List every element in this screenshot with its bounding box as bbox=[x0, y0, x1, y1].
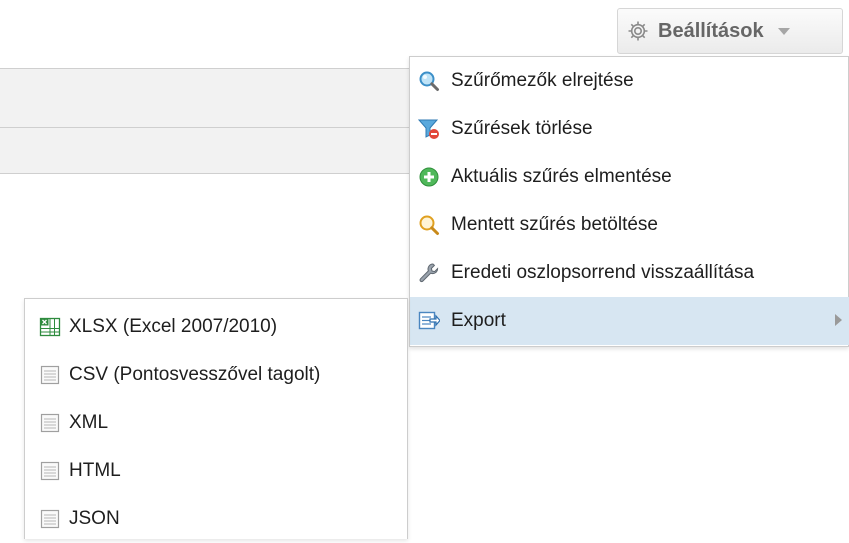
export-item-label: XML bbox=[69, 412, 109, 433]
excel-file-icon bbox=[39, 316, 61, 338]
filter-remove-icon bbox=[417, 118, 440, 140]
menu-item-label: Szűrések törlése bbox=[451, 118, 593, 139]
menu-item-label: Szűrőmezők elrejtése bbox=[451, 70, 634, 91]
export-item-xlsx[interactable]: XLSX (Excel 2007/2010) bbox=[25, 303, 407, 351]
menu-item-save-filter[interactable]: Aktuális szűrés elmentése bbox=[410, 153, 849, 201]
menu-item-label: Aktuális szűrés elmentése bbox=[451, 166, 672, 187]
menu-item-hide-filters[interactable]: Szűrőmezők elrejtése bbox=[410, 57, 849, 105]
add-circle-icon bbox=[418, 166, 440, 188]
settings-button[interactable]: Beállítások bbox=[617, 8, 843, 54]
menu-item-export[interactable]: Export bbox=[410, 297, 849, 345]
export-submenu: XLSX (Excel 2007/2010) CSV (Pontosvessző… bbox=[24, 298, 408, 539]
menu-item-label: Export bbox=[451, 310, 506, 331]
gear-icon bbox=[626, 19, 650, 43]
export-item-xml[interactable]: XML bbox=[25, 399, 407, 447]
export-item-html[interactable]: HTML bbox=[25, 447, 407, 495]
document-icon bbox=[39, 364, 61, 386]
menu-item-label: Eredeti oszlopsorrend visszaállítása bbox=[451, 262, 755, 283]
document-icon bbox=[39, 460, 61, 482]
wrench-icon bbox=[418, 262, 440, 284]
menu-item-reset-columns[interactable]: Eredeti oszlopsorrend visszaállítása bbox=[410, 249, 849, 297]
menu-item-load-filter[interactable]: Mentett szűrés betöltése bbox=[410, 201, 849, 249]
export-item-label: HTML bbox=[69, 460, 121, 481]
document-icon bbox=[39, 508, 61, 530]
export-icon bbox=[418, 310, 441, 332]
chevron-down-icon bbox=[777, 27, 790, 35]
export-item-json[interactable]: JSON bbox=[25, 495, 407, 543]
search-icon bbox=[418, 214, 440, 236]
menu-item-label: Mentett szűrés betöltése bbox=[451, 214, 658, 235]
document-icon bbox=[39, 412, 61, 434]
magnifier-icon bbox=[418, 70, 440, 92]
menu-item-clear-filters[interactable]: Szűrések törlése bbox=[410, 105, 849, 153]
settings-button-label: Beállítások bbox=[658, 19, 764, 42]
export-item-csv[interactable]: CSV (Pontosvesszővel tagolt) bbox=[25, 351, 407, 399]
settings-menu: Szűrőmezők elrejtése Szűrések törlése Ak… bbox=[409, 56, 849, 347]
export-item-label: XLSX (Excel 2007/2010) bbox=[69, 316, 278, 337]
export-item-label: CSV (Pontosvesszővel tagolt) bbox=[69, 364, 321, 385]
export-item-label: JSON bbox=[69, 508, 120, 529]
chevron-right-icon bbox=[835, 314, 842, 326]
